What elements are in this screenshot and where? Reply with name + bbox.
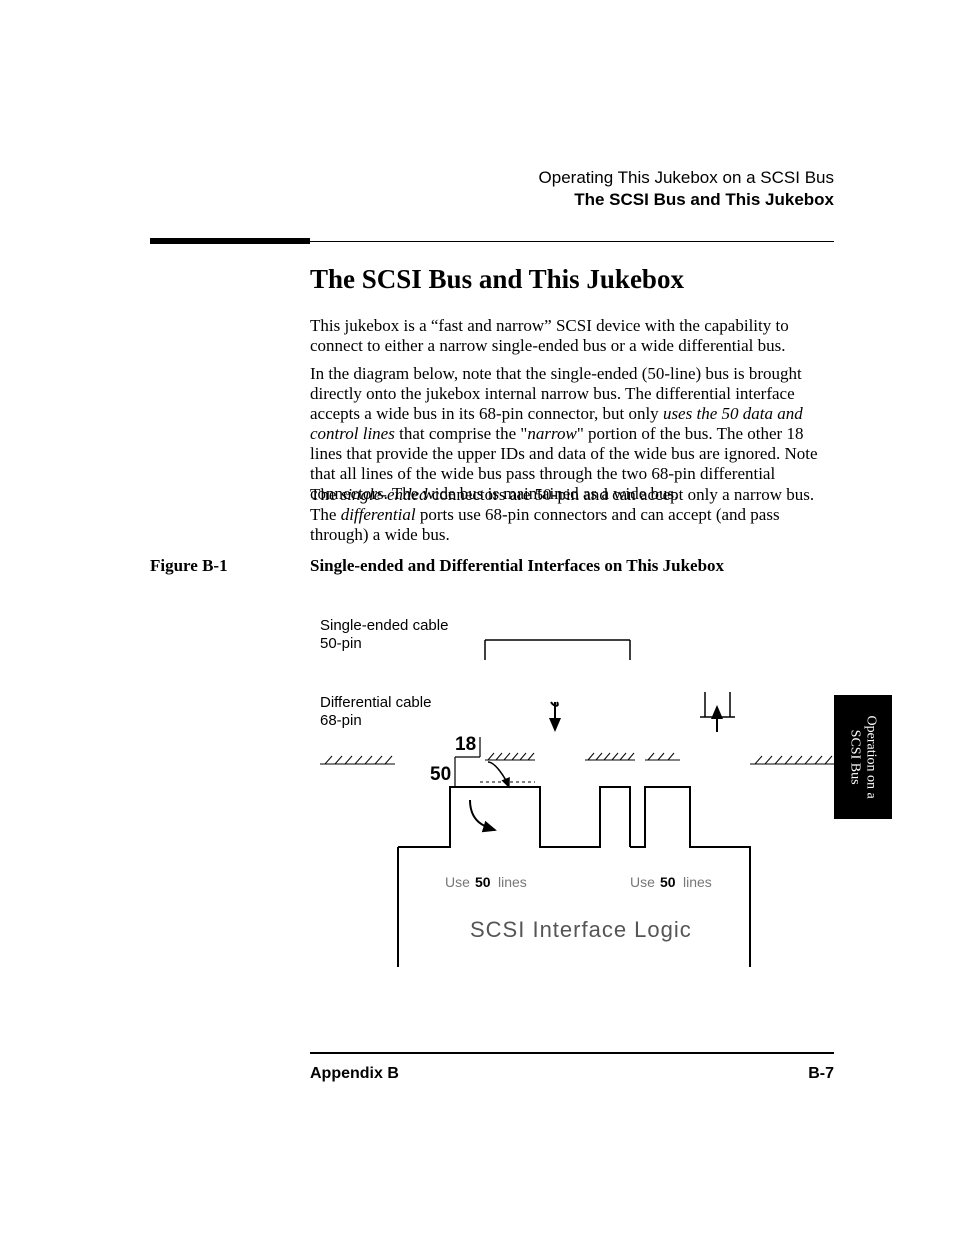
diagram-text: 50 <box>475 874 491 890</box>
tab-line: SCSI Bus <box>848 730 863 785</box>
text-run-italic: single-ended <box>341 485 428 504</box>
diagram-text: lines <box>683 874 712 890</box>
body-paragraph: The single-ended connectors are 50-pin a… <box>310 485 834 545</box>
thumb-tab: Operation on a SCSI Bus <box>834 695 892 819</box>
footer-page-number: B-7 <box>808 1065 834 1083</box>
diagram-text: Use <box>445 874 470 890</box>
section-rule-thin <box>310 241 834 242</box>
text-run: The <box>310 485 341 504</box>
section-title: The SCSI Bus and This Jukebox <box>310 264 684 295</box>
diagram-text: 50 <box>660 874 676 890</box>
footer-rule <box>310 1052 834 1054</box>
diagram-text: Single-ended cable <box>320 617 448 634</box>
footer-appendix: Appendix B <box>310 1065 399 1083</box>
diagram-text: SCSI Interface Logic <box>470 917 692 942</box>
diagram-text: 18 <box>455 734 476 755</box>
figure-label: Figure B-1 <box>150 556 228 576</box>
body-paragraph: This jukebox is a “fast and narrow” SCSI… <box>310 316 834 356</box>
page-header: Operating This Jukebox on a SCSI Bus The… <box>539 168 834 210</box>
diagram-svg: Single-ended cable 50-pin Differential c… <box>310 612 834 972</box>
figure-caption: Single-ended and Differential Interfaces… <box>310 556 724 576</box>
diagram-text: 50-pin <box>320 635 362 652</box>
text-run-italic: differential <box>341 505 416 524</box>
page: Operating This Jukebox on a SCSI Bus The… <box>0 0 954 1235</box>
diagram-text: lines <box>498 874 527 890</box>
tab-line: Operation on a <box>864 715 879 798</box>
diagram-text: 50 <box>430 764 451 785</box>
header-chapter: Operating This Jukebox on a SCSI Bus <box>539 168 834 188</box>
section-rule-thick <box>150 238 310 244</box>
diagram-text: Use <box>630 874 655 890</box>
body-paragraph: In the diagram below, note that the sing… <box>310 364 834 504</box>
header-section: The SCSI Bus and This Jukebox <box>539 190 834 210</box>
thumb-tab-text: Operation on a SCSI Bus <box>847 715 879 798</box>
text-run-italic: narrow <box>527 424 576 443</box>
text-run: that comprise the " <box>395 424 528 443</box>
diagram-text: 68-pin <box>320 712 362 729</box>
diagram-text: Differential cable <box>320 694 431 711</box>
